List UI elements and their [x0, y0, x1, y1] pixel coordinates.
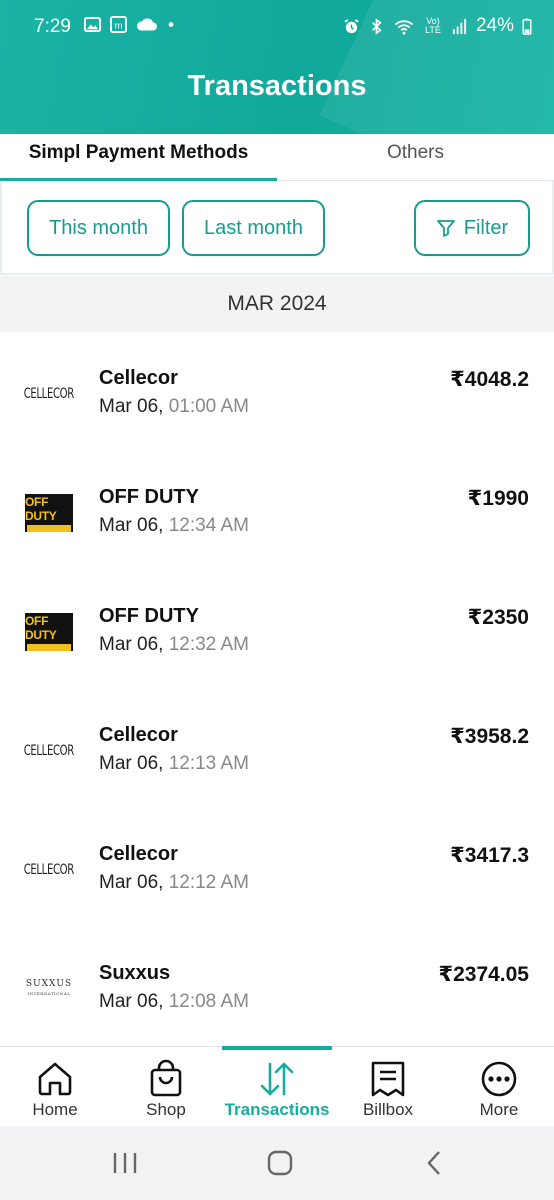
bluetooth-icon — [372, 17, 382, 35]
home-button-icon[interactable] — [260, 1148, 300, 1178]
nav-home[interactable]: Home — [0, 1047, 110, 1127]
shopping-bag-icon — [150, 1059, 182, 1097]
transaction-time: 12:12 AM — [163, 872, 249, 893]
system-navigation-bar — [0, 1126, 554, 1200]
nav-more-label: More — [479, 1100, 519, 1119]
app-header: 7:29 m Vo) LTE 24% Transactions — [0, 0, 554, 134]
status-bar: 7:29 m Vo) LTE 24% — [0, 0, 554, 56]
merchant-name: Cellecor — [99, 724, 178, 746]
transaction-amount: ₹3417.3 — [450, 844, 529, 867]
transaction-time: 12:32 AM — [163, 634, 249, 655]
transaction-row[interactable]: OFF DUTY OFF DUTY Mar 06, 12:32 AM ₹2350 — [0, 570, 554, 689]
merchant-name: Suxxus — [99, 962, 171, 984]
month-section-header: MAR 2024 — [0, 276, 554, 332]
filter-icon — [436, 220, 455, 237]
transaction-time: 12:13 AM — [163, 753, 249, 774]
nav-billbox-label: Billbox — [362, 1100, 414, 1119]
nav-transactions[interactable]: Transactions — [222, 1046, 332, 1127]
transaction-date: Mar 06, 12:34 AM — [99, 515, 249, 536]
transaction-date: Mar 06, 12:13 AM — [99, 753, 249, 774]
nav-billbox[interactable]: Billbox — [333, 1047, 443, 1127]
cellecor-logo: CELLECOR — [23, 743, 75, 759]
transaction-amount: ₹4048.2 — [450, 368, 529, 391]
status-system-icons: Vo) LTE 24% — [343, 15, 532, 37]
cellecor-logo: CELLECOR — [23, 862, 75, 878]
cellecor-logo: CELLECOR — [23, 386, 75, 402]
transaction-amount: ₹3958.2 — [450, 725, 529, 748]
tab-bar: Simpl Payment Methods Others — [0, 134, 554, 181]
receipt-icon — [371, 1061, 405, 1097]
offduty-logo: OFF DUTY — [24, 612, 74, 652]
m-app-icon: m — [110, 16, 127, 33]
dot-icon — [168, 22, 174, 27]
status-time: 7:29 — [34, 16, 71, 37]
merchant-name: Cellecor — [99, 367, 178, 389]
suxxus-logo: SUXXUS INTERNATIONAL — [25, 979, 73, 996]
recent-apps-icon[interactable] — [105, 1148, 145, 1178]
tab-simpl-payment-methods[interactable]: Simpl Payment Methods — [0, 134, 277, 181]
transaction-date: Mar 06, 01:00 AM — [99, 396, 249, 417]
transaction-row[interactable]: OFF DUTY OFF DUTY Mar 06, 12:34 AM ₹1990 — [0, 451, 554, 570]
filter-button[interactable]: Filter — [414, 200, 530, 256]
transaction-row[interactable]: CELLECOR Cellecor Mar 06, 01:00 AM ₹4048… — [0, 332, 554, 451]
battery-percent: 24% — [475, 15, 514, 36]
wifi-icon — [394, 19, 414, 35]
volte-label: Vo) LTE — [425, 16, 441, 35]
last-month-button[interactable]: Last month — [182, 200, 325, 256]
transaction-list: CELLECOR Cellecor Mar 06, 01:00 AM ₹4048… — [0, 332, 554, 1046]
transaction-amount: ₹1990 — [467, 487, 529, 510]
filter-label: Filter — [463, 216, 509, 239]
back-icon[interactable] — [415, 1148, 455, 1178]
more-dots-icon — [481, 1061, 517, 1097]
cloud-icon — [136, 18, 157, 31]
transaction-amount: ₹2350 — [467, 606, 529, 629]
nav-home-label: Home — [32, 1100, 78, 1119]
status-notification-icons: m — [84, 16, 175, 33]
transaction-time: 12:34 AM — [163, 515, 249, 536]
nav-transactions-label: Transactions — [224, 1100, 330, 1119]
nav-shop[interactable]: Shop — [111, 1047, 221, 1127]
transaction-amount: ₹2374.05 — [438, 963, 529, 986]
tab-others[interactable]: Others — [277, 134, 554, 181]
transaction-row[interactable]: CELLECOR Cellecor Mar 06, 12:13 AM ₹3958… — [0, 689, 554, 808]
transaction-date: Mar 06, 12:12 AM — [99, 872, 249, 893]
offduty-logo: OFF DUTY — [24, 493, 74, 533]
battery-icon — [522, 17, 532, 35]
transaction-time: 12:08 AM — [163, 991, 249, 1012]
transaction-time: 01:00 AM — [163, 396, 249, 417]
nav-more[interactable]: More — [444, 1047, 554, 1127]
page-title: Transactions — [187, 70, 367, 102]
home-icon — [38, 1062, 72, 1096]
transaction-row[interactable]: CELLECOR Cellecor Mar 06, 12:12 AM ₹3417… — [0, 808, 554, 927]
filter-row: This month Last month Filter — [0, 181, 554, 275]
merchant-name: OFF DUTY — [99, 605, 199, 627]
nav-shop-label: Shop — [146, 1100, 186, 1119]
transactions-arrows-icon — [260, 1062, 294, 1096]
merchant-name: OFF DUTY — [99, 486, 199, 508]
alarm-icon — [344, 18, 359, 33]
bottom-navigation: Home Shop Transactions Billbox More — [0, 1046, 554, 1126]
transaction-date: Mar 06, 12:08 AM — [99, 991, 249, 1012]
signal-icon — [452, 18, 467, 34]
transaction-date: Mar 06, 12:32 AM — [99, 634, 249, 655]
this-month-button[interactable]: This month — [27, 200, 170, 256]
merchant-name: Cellecor — [99, 843, 178, 865]
gallery-icon — [84, 16, 101, 33]
svg-text:m: m — [115, 20, 123, 31]
transaction-row[interactable]: SUXXUS INTERNATIONAL Suxxus Mar 06, 12:08… — [0, 927, 554, 1046]
